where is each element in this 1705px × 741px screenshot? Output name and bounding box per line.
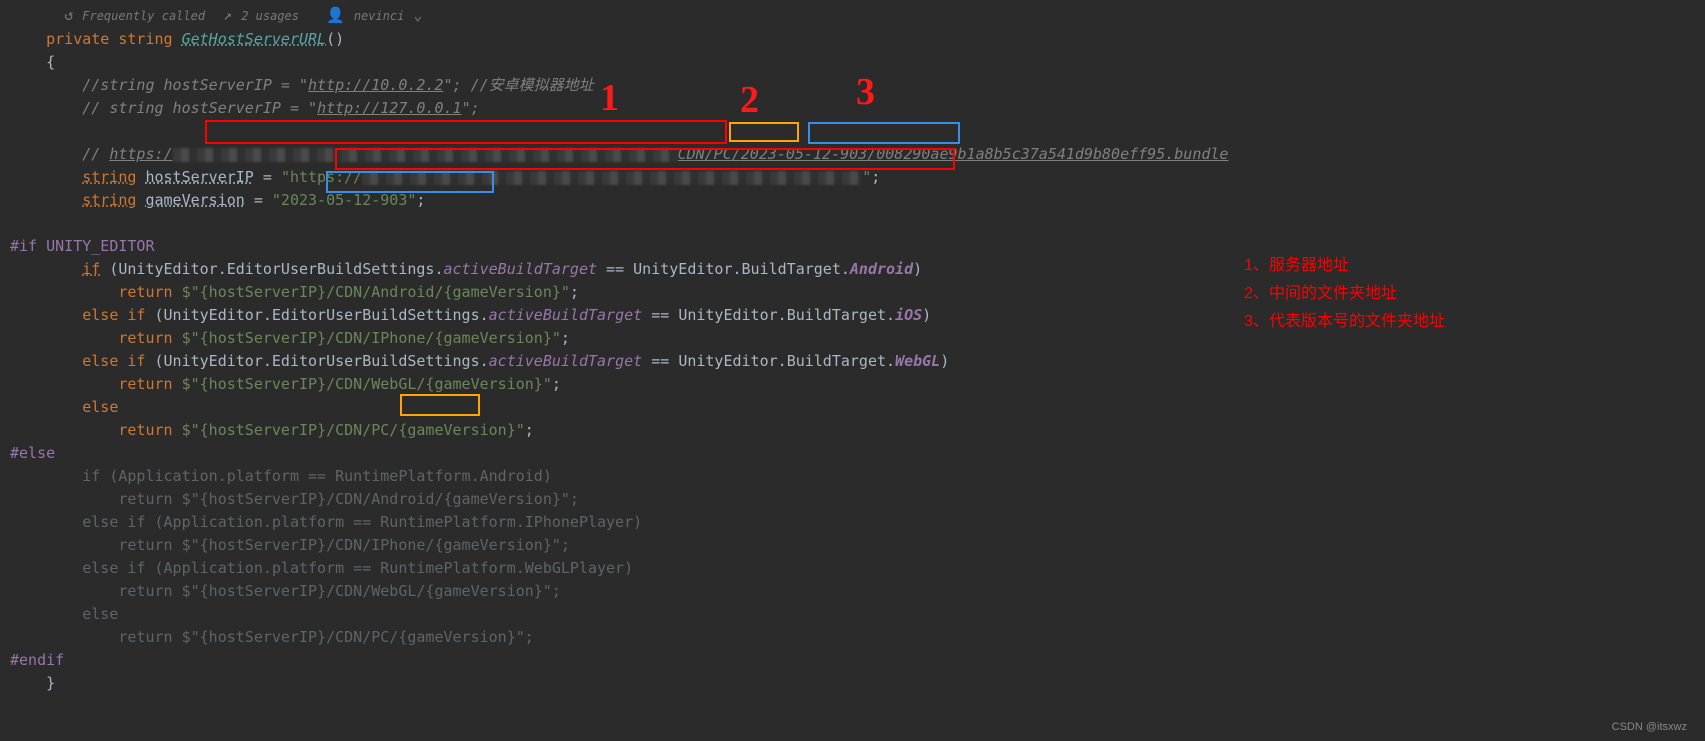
code-line-gameversion: string gameVersion = "2023-05-12-903"; [10,189,1705,212]
code-line-else-8: return $"{hostServerIP}/CDN/PC/{gameVers… [10,626,1705,649]
code-line-close-brace: } [10,672,1705,695]
code-line-pp-endif: #endif [10,649,1705,672]
code-line-elseif-ios: else if (UnityEditor.EditorUserBuildSett… [10,304,1705,327]
code-line-else-1: if (Application.platform == RuntimePlatf… [10,465,1705,488]
code-line-else-2: return $"{hostServerIP}/CDN/Android/{gam… [10,488,1705,511]
code-line-blank2 [10,212,1705,235]
code-line-hints: ↺ Frequently called ↗ 2 usages 👤 nevinci… [10,4,1705,28]
code-line-else-3: else if (Application.platform == Runtime… [10,511,1705,534]
code-line-comment2: // string hostServerIP = "http://127.0.0… [10,97,1705,120]
code-line-comment3: // https:/CDN/PC/2023-05-12-903/008290ae… [10,143,1705,166]
code-line-pp-if: #if UNITY_EDITOR [10,235,1705,258]
code-line-else-7: else [10,603,1705,626]
code-line-ret-pc: return $"{hostServerIP}/CDN/PC/{gameVers… [10,419,1705,442]
code-line-hostip: string hostServerIP = "https://"; [10,166,1705,189]
code-line-pp-else: #else [10,442,1705,465]
code-line-else-5: else if (Application.platform == Runtime… [10,557,1705,580]
note-3: 3、代表版本号的文件夹地址 [1244,308,1445,336]
note-2: 2、中间的文件夹地址 [1244,280,1445,308]
code-line-blank [10,120,1705,143]
code-line-ret-iphone: return $"{hostServerIP}/CDN/IPhone/{game… [10,327,1705,350]
code-line-if-android: if (UnityEditor.EditorUserBuildSettings.… [10,258,1705,281]
note-1: 1、服务器地址 [1244,252,1445,280]
code-line-ret-android: return $"{hostServerIP}/CDN/Android/{gam… [10,281,1705,304]
watermark: CSDN @itsxwz [1612,721,1687,733]
code-line-else-4: return $"{hostServerIP}/CDN/IPhone/{game… [10,534,1705,557]
code-line-else: else [10,396,1705,419]
code-line-else-6: return $"{hostServerIP}/CDN/WebGL/{gameV… [10,580,1705,603]
code-editor[interactable]: ↺ Frequently called ↗ 2 usages 👤 nevinci… [0,0,1705,695]
code-line-comment1: //string hostServerIP = "http://10.0.2.2… [10,74,1705,97]
code-line-signature: private string GetHostServerURL() [10,28,1705,51]
code-line-elseif-webgl: else if (UnityEditor.EditorUserBuildSett… [10,350,1705,373]
code-line-open-brace: { [10,51,1705,74]
annotation-notes: 1、服务器地址 2、中间的文件夹地址 3、代表版本号的文件夹地址 [1244,252,1445,336]
code-line-ret-webgl: return $"{hostServerIP}/CDN/WebGL/{gameV… [10,373,1705,396]
